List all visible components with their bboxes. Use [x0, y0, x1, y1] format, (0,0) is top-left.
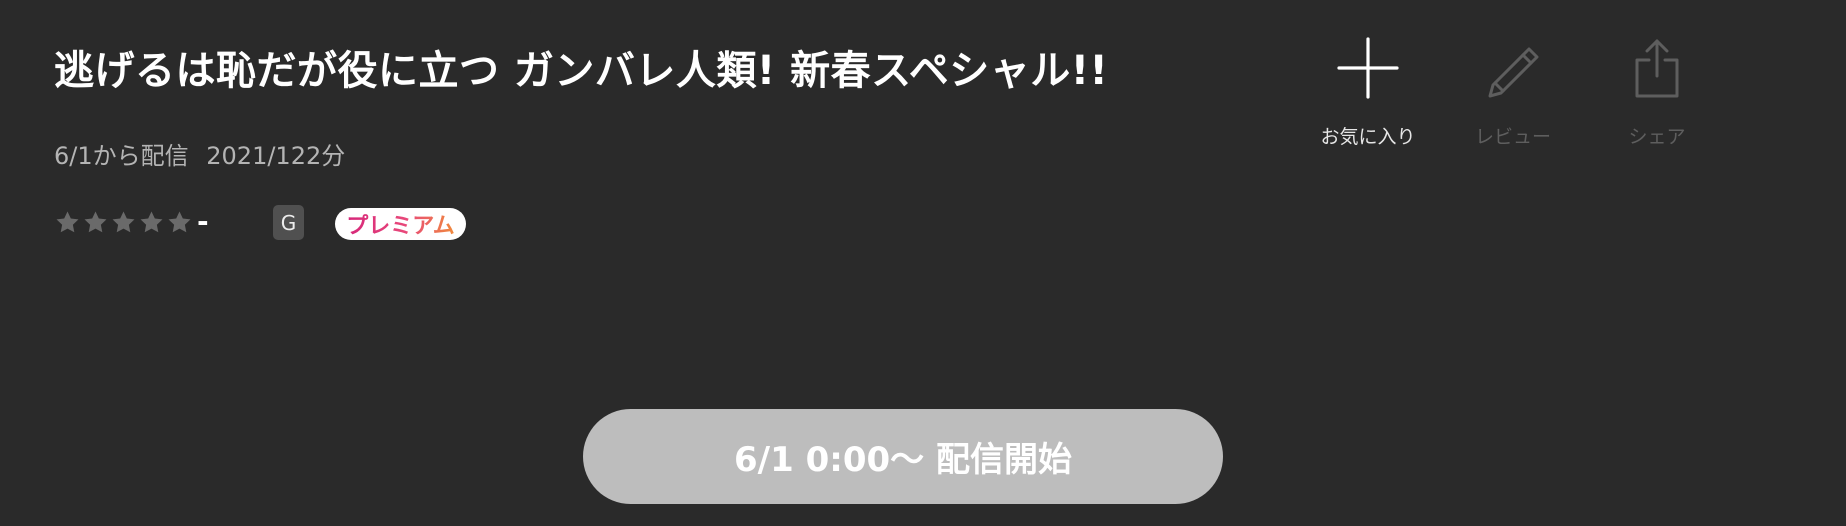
page-title: 逃げるは恥だが役に立つ ガンバレ人類! 新春スペシャル!! — [54, 48, 1109, 94]
plus-icon — [1337, 37, 1399, 99]
star-icon — [54, 209, 81, 236]
age-rating-badge: G — [273, 205, 304, 240]
star-icon — [82, 209, 109, 236]
rating-value: - — [197, 204, 209, 238]
rating: - — [54, 204, 209, 240]
title-detail-page: 逃げるは恥だが役に立つ ガンバレ人類! 新春スペシャル!! 6/1から配信 20… — [0, 0, 1846, 526]
star-icon — [166, 209, 193, 236]
premium-badge-label: プレミアム — [346, 208, 454, 240]
year-duration: 2021/122分 — [206, 142, 346, 170]
stream-start-button[interactable]: 6/1 0:00〜 配信開始 — [583, 409, 1223, 504]
favorite-button[interactable]: お気に入り — [1303, 36, 1433, 149]
review-button[interactable]: レビュー — [1448, 36, 1578, 149]
pencil-icon — [1488, 47, 1539, 98]
availability-date: 6/1から配信 — [54, 142, 189, 170]
share-icon — [1635, 39, 1679, 98]
favorite-label: お気に入り — [1320, 126, 1416, 148]
star-rating — [54, 209, 194, 236]
star-icon — [138, 209, 165, 236]
share-label: シェア — [1628, 126, 1686, 148]
share-button[interactable]: シェア — [1592, 36, 1722, 149]
premium-badge: プレミアム — [335, 208, 466, 240]
review-label: レビュー — [1474, 126, 1551, 148]
star-icon — [110, 209, 137, 236]
release-info: 6/1から配信 2021/122分 — [54, 136, 345, 171]
